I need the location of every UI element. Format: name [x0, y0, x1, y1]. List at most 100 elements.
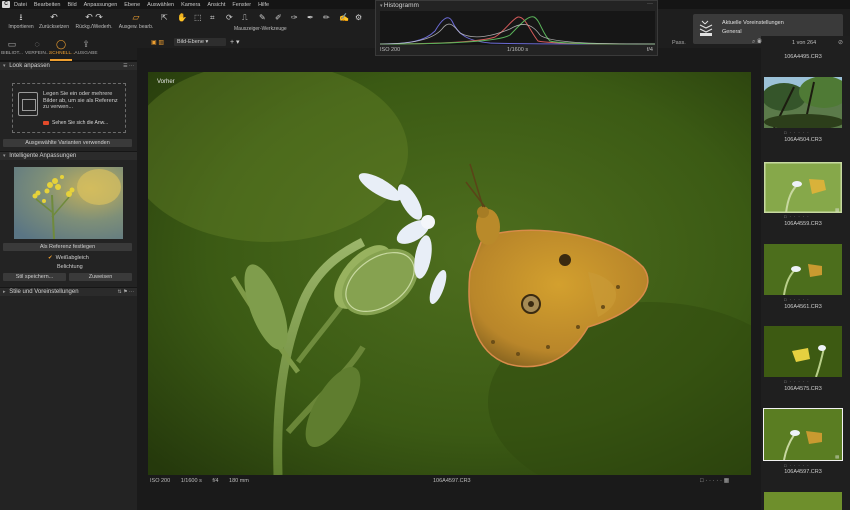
film-rating[interactable]: □ · · · · · [784, 463, 810, 468]
checkmark-icon: ✔ [48, 255, 53, 261]
select-tool-icon[interactable]: ⬚ [194, 13, 202, 22]
film-item-selected[interactable]: ▤ □ · · · · · 106A4597.CR3 [763, 408, 843, 478]
look-drop-zone[interactable]: Legen Sie ein oder mehrere Bilder ab, um… [12, 83, 126, 133]
menu-kamera[interactable]: Kamera [181, 2, 200, 8]
film-item-name: 106A4559.CR3 [784, 221, 822, 227]
tool-tabs: ▭ BIBLIOT... ◌ VERFEIN... ◯ SCHNELL... ⇪… [0, 36, 137, 61]
section-look-controls[interactable]: ☰ ··· [123, 62, 134, 71]
chevron-down-icon: ▾ [3, 153, 6, 159]
layer-select[interactable]: Bild-Ebene ▾ [174, 38, 226, 46]
undo-redo-button[interactable]: ↶ ↷ Rückg./Wiederh. [73, 11, 115, 30]
white-balance-label: Weißabgleich [55, 255, 89, 261]
filmstrip-view-icons[interactable]: ⌕ ◉ [752, 39, 762, 46]
main-photo[interactable] [148, 72, 751, 475]
photo-info-bar: ISO 200 1/1600 s f/4 180 mm [150, 478, 258, 484]
tab-output-label: AUSGABE [74, 51, 98, 56]
fit-label[interactable]: Pass. [672, 40, 686, 46]
keystone-tool-icon[interactable]: ⎍ [242, 13, 248, 23]
variants-icon: ▱ [132, 12, 140, 22]
assign-button[interactable]: Zuweisen [69, 273, 132, 281]
save-style-button[interactable]: Stil speichern... [3, 273, 66, 281]
eraser-tool-icon[interactable]: ✑ [291, 13, 298, 22]
tab-refine[interactable]: ◌ VERFEIN... [25, 38, 50, 56]
viewer-layout-icon[interactable]: ▣ ▥ [151, 39, 164, 46]
tab-quick-label: SCHNELL... [49, 51, 76, 56]
annotate-tool-icon[interactable]: ✍ [339, 13, 349, 22]
menu-fenster[interactable]: Fenster [232, 2, 251, 8]
brush-tool-icon[interactable]: ✐ [275, 13, 282, 22]
butterfly-thumbnail-image [764, 326, 842, 377]
film-item[interactable]: □ · · · · · 106A4561.CR3 [763, 243, 843, 313]
reset-button[interactable]: ↶ Zurücksetzen [37, 11, 71, 30]
film-rating[interactable]: □ · · · · · [784, 379, 810, 384]
film-rating[interactable]: □ · · · · · [784, 214, 810, 219]
picker-tool-icon[interactable]: ✎ [259, 13, 266, 22]
tab-output[interactable]: ⇪ AUSGABE [74, 38, 98, 56]
apply-variants-button[interactable]: Ausgewählte Varianten verwenden [3, 139, 132, 147]
video-icon [43, 120, 49, 125]
heal-tool-icon[interactable]: ✒ [307, 13, 314, 22]
film-rating[interactable]: □ · · · · · [784, 297, 810, 302]
section-styles-controls[interactable]: ⇅ ⚑ ··· [118, 288, 134, 297]
butterfly-thumbnail-image [764, 162, 842, 213]
film-item[interactable]: 106A4495.CR3 [763, 52, 843, 62]
tree-thumbnail-image [764, 77, 842, 128]
set-reference-button[interactable]: Als Referenz festlegen [3, 243, 132, 251]
film-tag-icon: ▤ [835, 454, 839, 459]
look-drop-text: Legen Sie ein oder mehrere Bilder ab, um… [43, 91, 118, 110]
butterfly-thumbnail-image [764, 244, 842, 295]
add-layer-icon[interactable]: + ▾ [230, 38, 240, 46]
histogram-title-text: Histogramm [383, 2, 419, 9]
filmstrip-close-icon[interactable]: ⊘ [838, 39, 843, 46]
film-thumbnail [764, 409, 842, 460]
film-item[interactable]: ▤ □ · · · · · 106A4559.CR3 [763, 160, 843, 230]
edit-variants-button[interactable]: ▱ Ausgew. bearb. [117, 11, 155, 30]
menu-bearbeiten[interactable]: Bearbeiten [34, 2, 61, 8]
tab-library-label: BIBLIOT... [1, 51, 23, 56]
rotate-tool-icon[interactable]: ⟳ [226, 13, 233, 22]
menu-ebene[interactable]: Ebene [124, 2, 140, 8]
hand-tool-icon[interactable]: ✋ [177, 13, 187, 22]
import-button[interactable]: ⭳ Importieren [6, 11, 36, 30]
section-styles-title: Stile und Voreinstellungen [9, 289, 79, 295]
left-tool-panel: ▭ BIBLIOT... ◌ VERFEIN... ◯ SCHNELL... ⇪… [0, 36, 137, 510]
image-drop-icon [18, 92, 38, 116]
histogram-menu-icon[interactable]: ··· [647, 1, 653, 7]
photo-filename: 106A4597.CR3 [433, 478, 471, 484]
settings-tool-icon[interactable]: ⚙ [355, 13, 362, 22]
undo-redo-icon: ↶ ↷ [85, 12, 103, 22]
section-look-header[interactable]: ▾ Look anpassen ☰ ··· [0, 61, 137, 70]
film-item[interactable] [763, 491, 843, 510]
film-rating[interactable]: □ · · · · · [784, 130, 810, 135]
menu-auswaehlen[interactable]: Auswählen [147, 2, 174, 8]
tab-quick[interactable]: ◯ SCHNELL... [49, 38, 76, 56]
menu-ansicht[interactable]: Ansicht [207, 2, 225, 8]
menu-hilfe[interactable]: Hilfe [258, 2, 269, 8]
look-tutorial-link[interactable]: Sehen Sie sich die Anw... [43, 120, 108, 126]
menu-datei[interactable]: Datei [14, 2, 27, 8]
pointer-tool-icon[interactable]: ⇱ [161, 13, 168, 22]
menu-bild[interactable]: Bild [67, 2, 76, 8]
gradient-tool-icon[interactable]: ✏ [323, 13, 330, 22]
chevron-down-icon: ▾ [205, 39, 209, 45]
histogram-title: ▾ Histogramm [380, 2, 419, 9]
viewer-grid-controls[interactable]: □ · · · · · ▦ [700, 477, 729, 484]
film-thumbnail [764, 244, 842, 295]
section-smart-header[interactable]: ▾ Intelligente Anpassungen [0, 151, 137, 160]
search-icon: ◯ [55, 39, 67, 49]
histogram-curves [379, 16, 656, 45]
film-item[interactable]: □ · · · · · 106A4575.CR3 [763, 325, 843, 395]
film-thumbnail [764, 162, 842, 213]
aperture-icon: ◌ [34, 39, 40, 49]
histogram-panel[interactable]: ▾ Histogramm ··· ISO 200 1/1600 s f/4 [375, 0, 658, 56]
menu-anpassungen[interactable]: Anpassungen [84, 2, 118, 8]
preset-stack-icon [699, 20, 713, 36]
crop-tool-icon[interactable]: ⌗ [210, 13, 215, 23]
section-styles-header[interactable]: ▸ Stile und Voreinstellungen ⇅ ⚑ ··· [0, 287, 137, 296]
white-balance-checkbox[interactable]: ✔ Weißabgleich [48, 255, 89, 261]
import-label: Importieren [8, 24, 34, 30]
histogram-shutter: 1/1600 s [507, 47, 529, 53]
exposure-label: Belichtung [57, 264, 83, 270]
film-item[interactable]: □ · · · · · 106A4504.CR3 [763, 76, 843, 146]
tab-library[interactable]: ▭ BIBLIOT... [0, 38, 24, 56]
